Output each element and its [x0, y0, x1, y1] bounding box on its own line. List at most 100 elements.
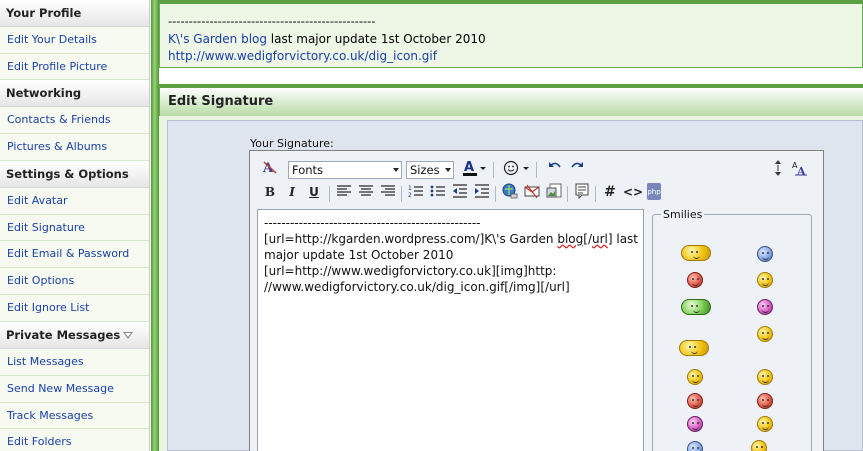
wrap-code-button[interactable]: <> [623, 183, 643, 201]
svg-text:2: 2 [408, 192, 412, 199]
sidebar-item-contacts-friends[interactable]: Contacts & Friends [0, 107, 149, 135]
signature-editor: A Fonts Sizes A A A B I U 1 2 # <> php -… [249, 150, 824, 451]
panel-header: Edit Signature [159, 84, 863, 116]
green-divider [151, 0, 159, 451]
sidebar-item-edit-avatar[interactable]: Edit Avatar [0, 187, 149, 215]
spellcheck-word: blog [557, 232, 584, 246]
signature-textarea[interactable]: ----------------------------------------… [257, 209, 644, 451]
toolbar-separator [401, 186, 402, 202]
insert-link-icon[interactable] [501, 183, 519, 201]
panel-content: Your Signature: A Fonts Sizes A A A B I … [159, 116, 863, 451]
smiley-sleepy-icon[interactable] [687, 441, 703, 451]
textarea-line-part: ] last [607, 232, 639, 246]
toolbar-separator [536, 162, 537, 178]
unordered-list-icon[interactable] [429, 183, 447, 201]
spellcheck-word: url [592, 232, 608, 246]
outdent-icon[interactable] [451, 183, 469, 201]
sidebar-item-edit-signature[interactable]: Edit Signature [0, 214, 149, 242]
resize-vertical-icon[interactable] [769, 159, 787, 177]
preview-blog-link[interactable]: K\'s Garden blog [168, 32, 267, 46]
smiley-question-icon[interactable] [757, 272, 773, 288]
toolbar-separator [329, 186, 330, 202]
smiley-grin-icon[interactable] [757, 326, 773, 342]
align-left-icon[interactable] [335, 183, 353, 201]
preview-line-blog: K\'s Garden blog last major update 1st O… [168, 32, 486, 46]
insert-email-icon[interactable] [523, 183, 541, 201]
smiley-dance-icon[interactable] [679, 340, 709, 356]
textarea-line: //www.wedigforvictory.co.uk/dig_icon.gif… [264, 280, 570, 294]
smiley-menu-button[interactable] [502, 159, 532, 177]
smiley-wink-icon[interactable] [757, 416, 773, 432]
redo-icon[interactable] [568, 159, 586, 177]
sidebar-item-edit-email-password[interactable]: Edit Email & Password [0, 241, 149, 269]
svg-text:1: 1 [408, 185, 412, 192]
sidebar-item-list-messages[interactable]: List Messages [0, 348, 149, 376]
sidebar-item-send-new-message[interactable]: Send New Message [0, 375, 149, 403]
preview-url-link[interactable]: http://www.wedigforvictory.co.uk/dig_ico… [168, 49, 437, 63]
underline-button[interactable]: U [305, 183, 323, 201]
preview-line-url: http://www.wedigforvictory.co.uk/dig_ico… [168, 49, 437, 63]
align-right-icon[interactable] [379, 183, 397, 201]
textarea-line-part: [/ [583, 232, 592, 246]
sidebar-item-edit-options[interactable]: Edit Options [0, 268, 149, 296]
bold-button[interactable]: B [261, 183, 279, 201]
toolbar-separator [493, 162, 494, 178]
font-select[interactable]: Fonts [288, 161, 402, 179]
smiley-wave-icon[interactable] [681, 245, 711, 261]
toolbar-separator [567, 186, 568, 202]
remove-format-icon[interactable]: A [261, 159, 279, 177]
smiley-laugh-icon[interactable] [687, 369, 703, 385]
smiley-no-icon[interactable] [757, 393, 773, 409]
smiley-happy-icon[interactable] [751, 440, 767, 451]
align-center-icon[interactable] [357, 183, 375, 201]
svg-text:A: A [464, 160, 474, 175]
section-settings-options: Settings & Options [0, 160, 149, 188]
preview-dashes: ----------------------------------------… [168, 14, 376, 28]
collapse-triangle-icon[interactable] [123, 332, 134, 340]
svg-text:A: A [262, 161, 274, 175]
switch-editor-mode-icon[interactable]: AA [791, 159, 809, 178]
textarea-line: [url=http://www.wedigforvictory.co.uk][i… [264, 264, 557, 278]
sidebar-item-track-messages[interactable]: Track Messages [0, 402, 149, 430]
preview-blog-suffix: last major update 1st October 2010 [266, 32, 486, 46]
ordered-list-icon[interactable]: 12 [407, 183, 425, 201]
textarea-line: [url=http://kgarden.wordpress.com/]K\'s … [264, 231, 638, 247]
smiley-angry-icon[interactable] [687, 272, 703, 288]
section-your-profile: Your Profile [0, 0, 149, 27]
smiley-thumbsup-icon[interactable] [681, 299, 711, 315]
sidebar-item-pictures-albums[interactable]: Pictures & Albums [0, 134, 149, 161]
insert-image-icon[interactable] [545, 183, 563, 201]
quote-icon[interactable] [573, 183, 591, 201]
indent-icon[interactable] [473, 183, 491, 201]
size-select-value: Sizes [410, 163, 440, 177]
panel-title: Edit Signature [168, 94, 274, 109]
smiley-bomb-icon[interactable] [757, 299, 773, 315]
sidebar-item-edit-profile-picture[interactable]: Edit Profile Picture [0, 53, 149, 81]
textarea-line: ----------------------------------------… [264, 216, 481, 230]
undo-icon[interactable] [546, 159, 564, 177]
text-color-button[interactable]: A [462, 159, 488, 177]
smilies-legend: Smilies [661, 208, 705, 221]
smilies-box: Smilies [652, 208, 812, 451]
smiley-blush-icon[interactable] [687, 416, 703, 432]
section-private-messages-label: Private Messages [6, 328, 121, 343]
chevron-down-icon [393, 168, 399, 172]
chevron-down-icon [445, 168, 451, 172]
wrap-hash-button[interactable]: # [601, 183, 619, 201]
section-private-messages[interactable]: Private Messages [0, 322, 149, 349]
toolbar-row-2: B I U 12 # <> php [250, 183, 823, 207]
sidebar-item-edit-your-details[interactable]: Edit Your Details [0, 26, 149, 54]
sidebar-item-edit-ignore-list[interactable]: Edit Ignore List [0, 295, 149, 323]
font-select-value: Fonts [292, 163, 324, 177]
section-networking: Networking [0, 80, 149, 108]
wrap-php-button[interactable]: php [647, 183, 661, 200]
smiley-confused-icon[interactable] [757, 246, 773, 262]
panel-inner: Your Signature: A Fonts Sizes A A A B I … [167, 120, 863, 451]
italic-button[interactable]: I [283, 183, 301, 201]
sidebar-item-edit-folders[interactable]: Edit Folders [0, 429, 149, 451]
size-select[interactable]: Sizes [406, 161, 454, 179]
toolbar-row-1: A Fonts Sizes A A A [250, 159, 823, 183]
smiley-sad-icon[interactable] [687, 393, 703, 409]
smiley-cool-icon[interactable] [757, 369, 773, 385]
textarea-line-part: [url=http://kgarden.wordpress.com/]K\'s … [264, 232, 558, 246]
